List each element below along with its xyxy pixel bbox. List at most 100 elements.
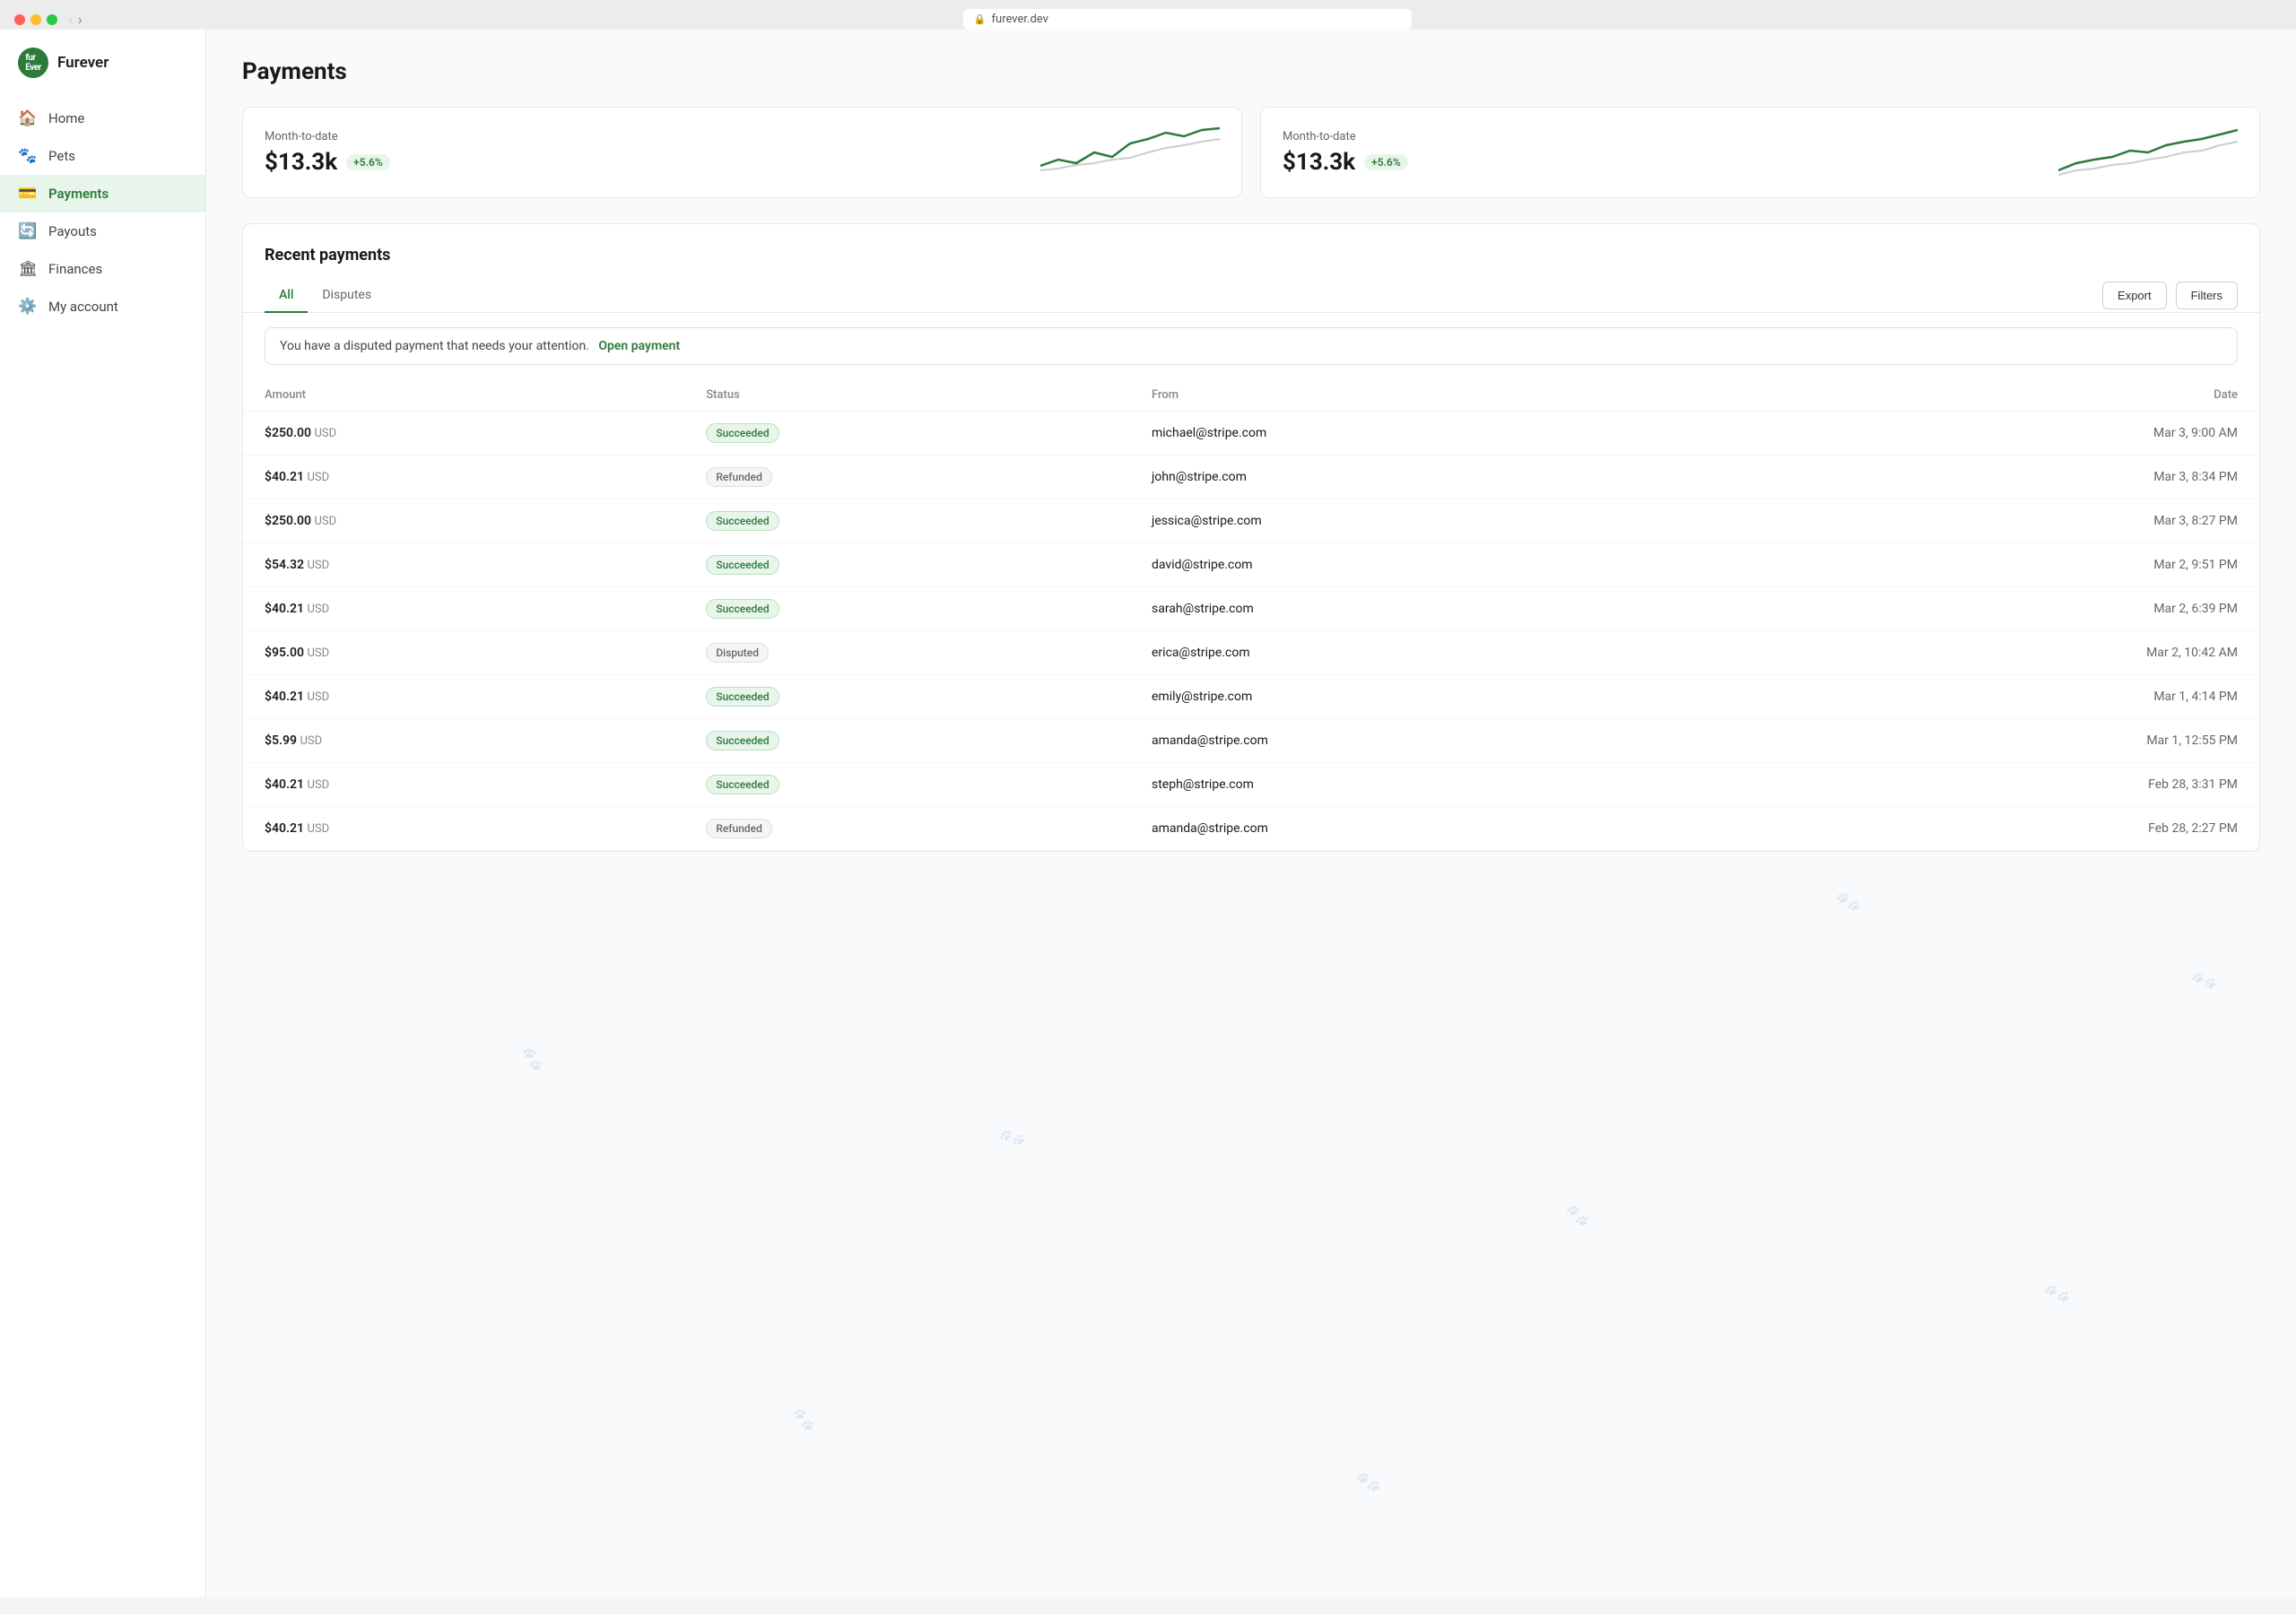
- maximize-button[interactable]: [47, 14, 57, 25]
- metric-value-row: $13.3k +5.6%: [1283, 149, 1408, 176]
- metric-label: Month-to-date: [265, 130, 390, 143]
- from-cell: john@stripe.com: [1130, 456, 1743, 499]
- filters-button[interactable]: Filters: [2176, 282, 2238, 309]
- amount-value: $40.21: [265, 777, 304, 792]
- amount-value: $95.00: [265, 646, 304, 660]
- status-cell: Succeeded: [684, 763, 1130, 807]
- amount-value: $5.99: [265, 733, 297, 748]
- sidebar-item-pets[interactable]: 🐾 Pets: [0, 137, 205, 175]
- table-row[interactable]: $250.00 USD Succeeded jessica@stripe.com…: [243, 499, 2259, 543]
- table-row[interactable]: $40.21 USD Succeeded sarah@stripe.com Ma…: [243, 587, 2259, 631]
- close-button[interactable]: [14, 14, 25, 25]
- from-cell: david@stripe.com: [1130, 543, 1743, 587]
- metric-card-1: Month-to-date $13.3k +5.6%: [1260, 107, 2260, 198]
- status-badge: Succeeded: [706, 423, 778, 443]
- amount-cell: $40.21 USD: [243, 675, 684, 719]
- address-bar[interactable]: 🔒 furever.dev: [963, 9, 1412, 30]
- forward-arrow[interactable]: ›: [78, 11, 83, 28]
- currency-value: USD: [307, 559, 329, 572]
- currency-value: USD: [314, 427, 336, 440]
- from-cell: michael@stripe.com: [1130, 412, 1743, 456]
- col-amount: Amount: [243, 379, 684, 412]
- sidebar-item-payouts[interactable]: 🔄 Payouts: [0, 213, 205, 250]
- date-cell: Feb 28, 3:31 PM: [1743, 763, 2259, 807]
- status-badge: Succeeded: [706, 775, 778, 794]
- date-cell: Mar 2, 9:51 PM: [1743, 543, 2259, 587]
- minimize-button[interactable]: [30, 14, 41, 25]
- status-badge: Succeeded: [706, 731, 778, 751]
- date-cell: Mar 3, 8:27 PM: [1743, 499, 2259, 543]
- table-row[interactable]: $40.21 USD Refunded john@stripe.com Mar …: [243, 456, 2259, 499]
- table-row[interactable]: $40.21 USD Succeeded emily@stripe.com Ma…: [243, 675, 2259, 719]
- from-cell: amanda@stripe.com: [1130, 807, 1743, 851]
- section-title: Recent payments: [243, 246, 2259, 279]
- status-cell: Succeeded: [684, 543, 1130, 587]
- from-cell: jessica@stripe.com: [1130, 499, 1743, 543]
- brand-name: Furever: [57, 54, 109, 72]
- sidebar-item-label: Home: [48, 110, 84, 126]
- page-title: Payments: [242, 58, 2260, 85]
- currency-value: USD: [307, 471, 329, 484]
- export-button[interactable]: Export: [2102, 282, 2167, 309]
- finances-icon: 🏛: [18, 260, 38, 278]
- metric-cards: Month-to-date $13.3k +5.6% Month-to-date…: [242, 107, 2260, 198]
- status-badge: Succeeded: [706, 687, 778, 707]
- table-row[interactable]: $40.21 USD Succeeded steph@stripe.com Fe…: [243, 763, 2259, 807]
- status-badge: Succeeded: [706, 511, 778, 531]
- col-from: From: [1130, 379, 1743, 412]
- table-row[interactable]: $40.21 USD Refunded amanda@stripe.com Fe…: [243, 807, 2259, 851]
- status-cell: Succeeded: [684, 412, 1130, 456]
- currency-value: USD: [307, 778, 329, 792]
- date-cell: Mar 1, 4:14 PM: [1743, 675, 2259, 719]
- sidebar-item-payments[interactable]: 💳 Payments: [0, 175, 205, 213]
- browser-chrome: ‹ › 🔒 furever.dev: [0, 0, 2296, 30]
- open-payment-link[interactable]: Open payment: [598, 339, 680, 353]
- main-nav: 🏠 Home 🐾 Pets 💳 Payments 🔄 Payouts 🏛 Fin…: [0, 100, 205, 325]
- tab-disputes[interactable]: Disputes: [308, 279, 386, 313]
- sidebar-item-label: Payouts: [48, 223, 97, 239]
- metric-value-row: $13.3k +5.6%: [265, 149, 390, 176]
- status-cell: Refunded: [684, 807, 1130, 851]
- paw-decoration: 🐾: [1563, 1204, 1589, 1228]
- status-cell: Succeeded: [684, 675, 1130, 719]
- sidebar-item-finances[interactable]: 🏛 Finances: [0, 250, 205, 288]
- table-row[interactable]: $250.00 USD Succeeded michael@stripe.com…: [243, 412, 2259, 456]
- amount-cell: $250.00 USD: [243, 412, 684, 456]
- table-row[interactable]: $54.32 USD Succeeded david@stripe.com Ma…: [243, 543, 2259, 587]
- brand: furEver Furever: [0, 48, 205, 100]
- payments-icon: 💳: [18, 185, 38, 203]
- sidebar-item-label: Payments: [48, 186, 109, 202]
- pets-icon: 🐾: [18, 147, 38, 165]
- currency-value: USD: [307, 603, 329, 616]
- status-badge: Succeeded: [706, 555, 778, 575]
- sidebar-item-home[interactable]: 🏠 Home: [0, 100, 205, 137]
- col-date: Date: [1743, 379, 2259, 412]
- date-cell: Mar 1, 12:55 PM: [1743, 719, 2259, 763]
- table-row[interactable]: $5.99 USD Succeeded amanda@stripe.com Ma…: [243, 719, 2259, 763]
- back-arrow[interactable]: ‹: [68, 11, 73, 28]
- sidebar-item-label: Finances: [48, 261, 102, 277]
- from-cell: emily@stripe.com: [1130, 675, 1743, 719]
- amount-value: $40.21: [265, 602, 304, 616]
- amount-cell: $5.99 USD: [243, 719, 684, 763]
- status-cell: Succeeded: [684, 499, 1130, 543]
- tab-all[interactable]: All: [265, 279, 308, 313]
- table-row[interactable]: $95.00 USD Disputed erica@stripe.com Mar…: [243, 631, 2259, 675]
- amount-cell: $40.21 USD: [243, 763, 684, 807]
- currency-value: USD: [307, 822, 329, 836]
- paw-decoration: 🐾: [1354, 1471, 1381, 1496]
- date-cell: Mar 3, 8:34 PM: [1743, 456, 2259, 499]
- sidebar-item-my-account[interactable]: ⚙️ My account: [0, 288, 205, 325]
- amount-cell: $54.32 USD: [243, 543, 684, 587]
- paw-decoration: 🐾: [517, 1046, 547, 1074]
- metric-info: Month-to-date $13.3k +5.6%: [265, 130, 390, 176]
- currency-value: USD: [300, 734, 322, 748]
- currency-value: USD: [307, 690, 329, 704]
- metric-info: Month-to-date $13.3k +5.6%: [1283, 130, 1408, 176]
- amount-cell: $40.21 USD: [243, 587, 684, 631]
- payments-section: Recent payments AllDisputes Export Filte…: [242, 223, 2260, 852]
- home-icon: 🏠: [18, 109, 38, 127]
- tabs: AllDisputes: [265, 279, 386, 312]
- brand-logo: furEver: [18, 48, 48, 78]
- status-cell: Succeeded: [684, 587, 1130, 631]
